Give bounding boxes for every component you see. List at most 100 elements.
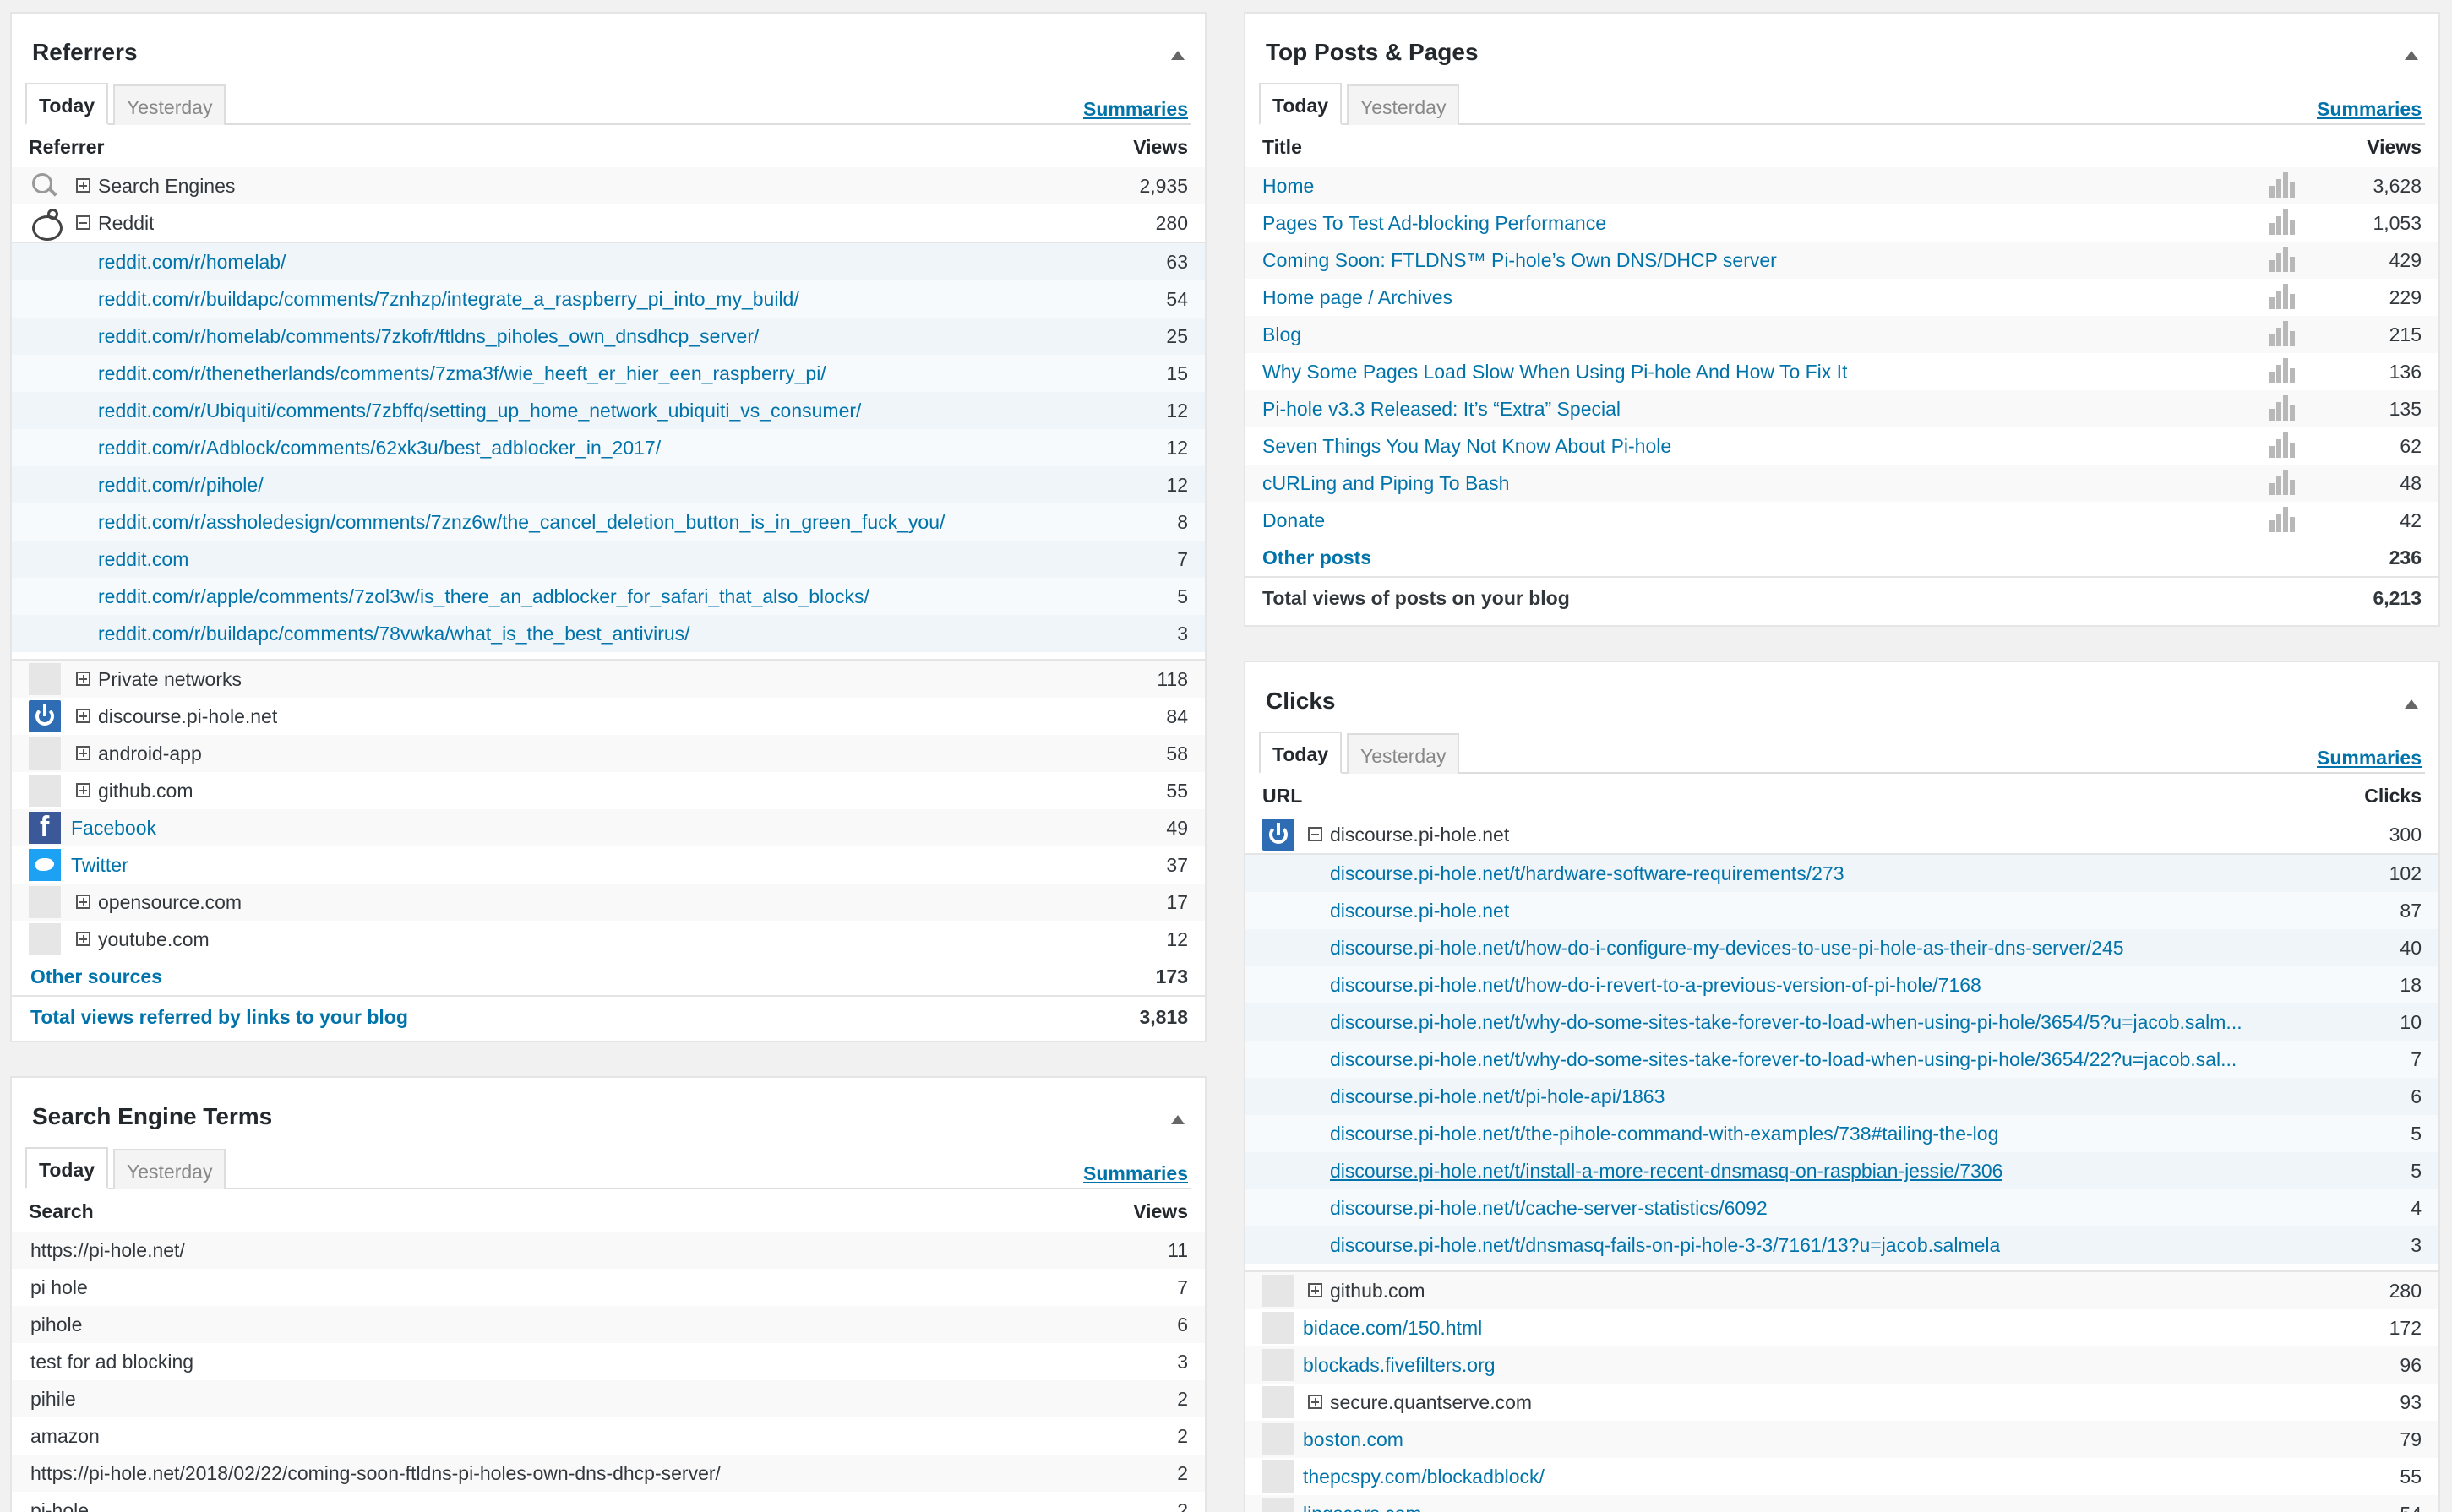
row-label[interactable]: boston.com	[1303, 1421, 1403, 1458]
tab-today[interactable]: Today	[25, 83, 109, 125]
table-row[interactable]: Blog 215	[1245, 316, 2438, 353]
click-link[interactable]: discourse.pi-hole.net/t/the-pihole-comma…	[1330, 1115, 1998, 1152]
post-link[interactable]: Why Some Pages Load Slow When Using Pi-h…	[1262, 353, 1847, 390]
expand-toggle-icon[interactable]	[1308, 1283, 1322, 1297]
reddit-link[interactable]: reddit.com/r/buildapc/comments/78vwka/wh…	[98, 615, 690, 652]
table-row[interactable]: Pages To Test Ad-blocking Performance 1,0…	[1245, 204, 2438, 242]
click-link[interactable]: discourse.pi-hole.net/t/dnsmasq-fails-on…	[1330, 1226, 2000, 1264]
clicks-parent-row[interactable]: discourse.pi-hole.net 300	[1245, 816, 2438, 853]
list-item[interactable]: discourse.pi-hole.net/t/install-a-more-r…	[1245, 1152, 2438, 1189]
post-link[interactable]: Pi-hole v3.3 Released: It’s “Extra” Spec…	[1262, 390, 1621, 427]
collapse-icon[interactable]	[1171, 51, 1185, 60]
list-item[interactable]: reddit.com/r/buildapc/comments/78vwka/wh…	[12, 615, 1205, 652]
post-link[interactable]: Home	[1262, 167, 1314, 204]
post-link[interactable]: Pages To Test Ad-blocking Performance	[1262, 204, 1606, 242]
list-item[interactable]: discourse.pi-hole.net/t/hardware-softwar…	[1245, 855, 2438, 892]
list-item[interactable]: reddit.com 7	[12, 541, 1205, 578]
stats-chart-icon[interactable]	[2269, 507, 2295, 532]
table-row[interactable]: discourse.pi-hole.net 84	[12, 698, 1205, 735]
table-row[interactable]: thepcspy.com/blockadblock/55	[1245, 1458, 2438, 1495]
table-row[interactable]: Donate 42	[1245, 502, 2438, 539]
row-label[interactable]: Facebook	[71, 809, 156, 846]
expand-toggle-icon[interactable]	[1308, 1395, 1322, 1409]
table-row[interactable]: Facebook 49	[12, 808, 1205, 846]
tab-today[interactable]: Today	[25, 1147, 109, 1189]
stats-chart-icon[interactable]	[2269, 432, 2295, 458]
click-link[interactable]: discourse.pi-hole.net/t/how-do-i-configu…	[1330, 929, 2124, 966]
other-sources-link[interactable]: Other sources	[30, 958, 162, 995]
list-item[interactable]: discourse.pi-hole.net/t/how-do-i-configu…	[1245, 929, 2438, 966]
reddit-link[interactable]: reddit.com/r/buildapc/comments/7znhzp/in…	[98, 280, 799, 318]
table-row[interactable]: Seven Things You May Not Know About Pi-h…	[1245, 427, 2438, 465]
table-row[interactable]: Search Engines 2,935	[12, 167, 1205, 204]
list-item[interactable]: reddit.com/r/apple/comments/7zol3w/is_th…	[12, 578, 1205, 615]
table-row[interactable]: github.com 280	[1245, 1272, 2438, 1309]
row-label[interactable]: lingscars.com	[1303, 1495, 1422, 1512]
list-item[interactable]: discourse.pi-hole.net/t/why-do-some-site…	[1245, 1041, 2438, 1078]
table-row[interactable]: Coming Soon: FTLDNS™ Pi-hole’s Own DNS/D…	[1245, 242, 2438, 279]
table-row[interactable]: lingscars.com 54	[1245, 1495, 2438, 1512]
collapse-toggle-icon[interactable]	[76, 215, 90, 230]
table-row[interactable]: android-app 58	[12, 735, 1205, 772]
table-row[interactable]: Private networks 118	[12, 661, 1205, 698]
table-row[interactable]: Why Some Pages Load Slow When Using Pi-h…	[1245, 353, 2438, 390]
other-posts-link[interactable]: Other posts	[1262, 539, 1371, 576]
stats-chart-icon[interactable]	[2269, 358, 2295, 383]
table-row[interactable]: github.com 55	[12, 772, 1205, 809]
row-label[interactable]: Twitter	[71, 846, 128, 884]
list-item[interactable]: reddit.com/r/thenetherlands/comments/7zm…	[12, 355, 1205, 392]
tab-today[interactable]: Today	[1259, 83, 1343, 125]
stats-chart-icon[interactable]	[2269, 209, 2295, 235]
list-item[interactable]: reddit.com/r/pihole/12	[12, 466, 1205, 503]
summaries-link[interactable]: Summaries	[2317, 747, 2422, 770]
list-item[interactable]: reddit.com/r/homelab/63	[12, 243, 1205, 280]
stats-chart-icon[interactable]	[2269, 470, 2295, 495]
list-item[interactable]: discourse.pi-hole.net/t/why-do-some-site…	[1245, 1003, 2438, 1041]
collapse-icon[interactable]	[2405, 699, 2418, 709]
table-row[interactable]: blockads.fivefilters.org 96	[1245, 1346, 2438, 1384]
click-link[interactable]: discourse.pi-hole.net/t/install-a-more-r…	[1330, 1152, 2002, 1189]
post-link[interactable]: cURLing and Piping To Bash	[1262, 465, 1509, 502]
stats-chart-icon[interactable]	[2269, 395, 2295, 421]
list-item[interactable]: discourse.pi-hole.net/t/how-do-i-revert-…	[1245, 966, 2438, 1003]
table-row[interactable]: Home page / Archives 229	[1245, 279, 2438, 316]
click-link[interactable]: discourse.pi-hole.net/t/why-do-some-site…	[1330, 1041, 2237, 1078]
expand-toggle-icon[interactable]	[76, 895, 90, 909]
tab-yesterday[interactable]: Yesterday	[113, 1149, 226, 1189]
table-row[interactable]: youtube.com 12	[12, 921, 1205, 958]
expand-toggle-icon[interactable]	[76, 672, 90, 686]
table-row[interactable]: Pi-hole v3.3 Released: It’s “Extra” Spec…	[1245, 390, 2438, 427]
list-item[interactable]: reddit.com/r/Adblock/comments/62xk3u/bes…	[12, 429, 1205, 466]
click-link[interactable]: discourse.pi-hole.net/t/pi-hole-api/1863	[1330, 1078, 1665, 1115]
expand-toggle-icon[interactable]	[76, 746, 90, 760]
table-row[interactable]: bidace.com/150.html 172	[1245, 1309, 2438, 1346]
stats-chart-icon[interactable]	[2269, 172, 2295, 198]
list-item[interactable]: reddit.com/r/assholedesign/comments/7znz…	[12, 503, 1205, 541]
list-item[interactable]: discourse.pi-hole.net 87	[1245, 892, 2438, 929]
post-link[interactable]: Coming Soon: FTLDNS™ Pi-hole’s Own DNS/D…	[1262, 242, 1777, 279]
reddit-link[interactable]: reddit.com/r/homelab/comments/7zkofr/ftl…	[98, 318, 759, 355]
stats-chart-icon[interactable]	[2269, 284, 2295, 309]
list-item[interactable]: discourse.pi-hole.net/t/pi-hole-api/1863…	[1245, 1078, 2438, 1115]
row-label[interactable]: bidace.com/150.html	[1303, 1309, 1482, 1346]
list-item[interactable]: reddit.com/r/buildapc/comments/7znhzp/in…	[12, 280, 1205, 318]
click-link[interactable]: discourse.pi-hole.net/t/cache-server-sta…	[1330, 1189, 1768, 1226]
collapse-toggle-icon[interactable]	[1308, 827, 1322, 841]
table-row[interactable]: boston.com 79	[1245, 1421, 2438, 1458]
post-link[interactable]: Blog	[1262, 316, 1301, 353]
click-link[interactable]: discourse.pi-hole.net/t/why-do-some-site…	[1330, 1003, 2242, 1041]
click-link[interactable]: discourse.pi-hole.net/t/hardware-softwar…	[1330, 855, 1844, 892]
tab-yesterday[interactable]: Yesterday	[1347, 733, 1460, 774]
tab-today[interactable]: Today	[1259, 732, 1343, 774]
expand-toggle-icon[interactable]	[76, 932, 90, 946]
tab-yesterday[interactable]: Yesterday	[1347, 84, 1460, 125]
collapse-icon[interactable]	[2405, 51, 2418, 60]
table-row[interactable]: cURLing and Piping To Bash 48	[1245, 465, 2438, 502]
reddit-link[interactable]: reddit.com	[98, 541, 188, 578]
table-row[interactable]: Reddit 280	[12, 204, 1205, 242]
collapse-icon[interactable]	[1171, 1115, 1185, 1124]
reddit-link[interactable]: reddit.com/r/homelab/	[98, 243, 286, 280]
table-row[interactable]: Twitter 37	[12, 846, 1205, 884]
expand-toggle-icon[interactable]	[76, 709, 90, 723]
post-link[interactable]: Donate	[1262, 502, 1325, 539]
